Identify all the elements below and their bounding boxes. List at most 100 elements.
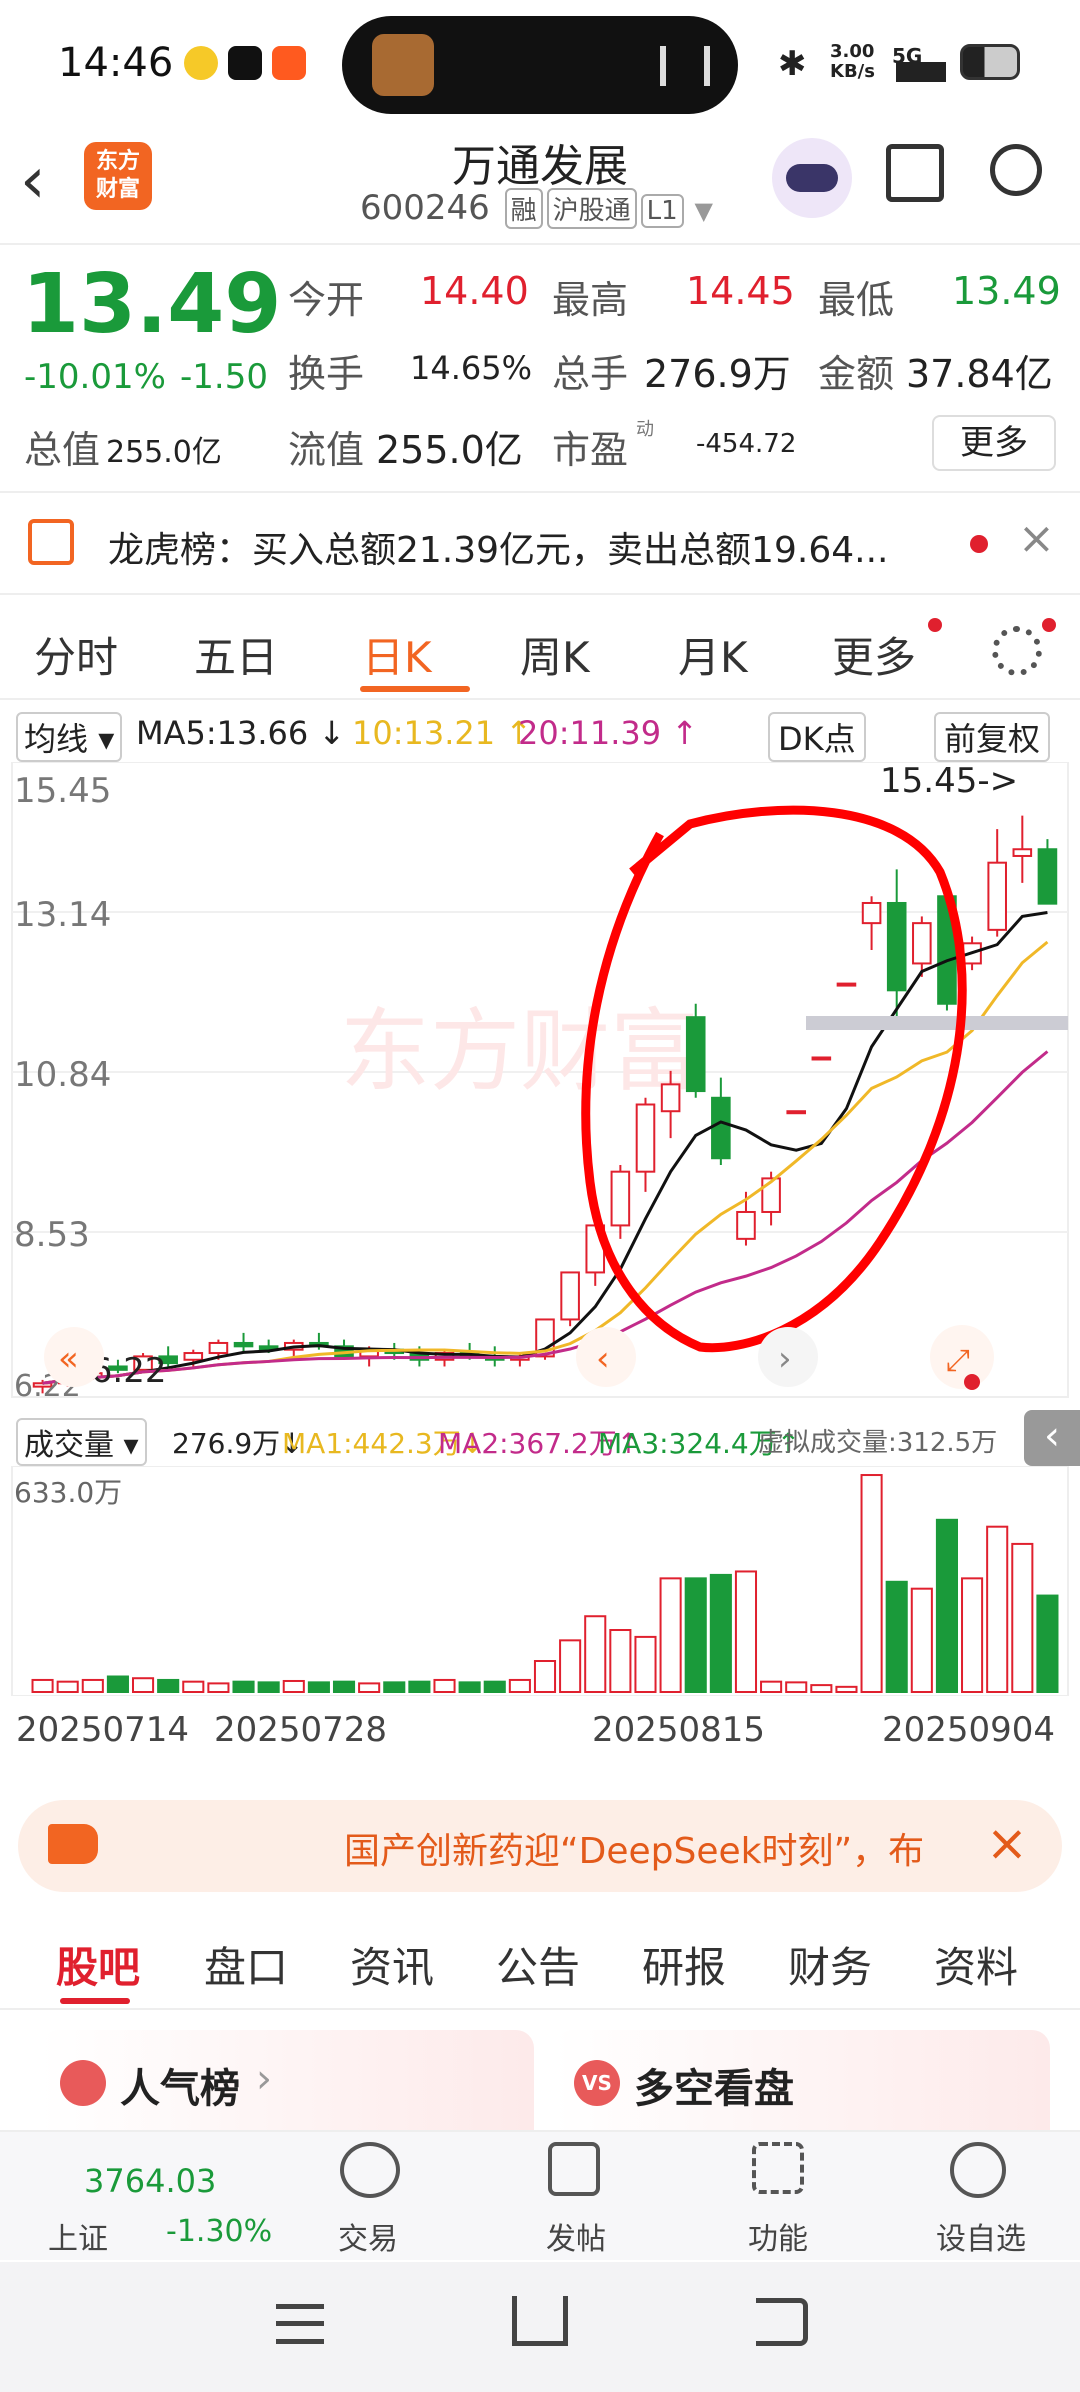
volume-bar xyxy=(483,1680,506,1693)
tab-five-day[interactable]: 五日 xyxy=(194,624,278,685)
volume-bar xyxy=(986,1525,1009,1694)
volume-select[interactable]: 成交量 ▾ xyxy=(16,1418,147,1466)
tab-forum[interactable]: 股吧 xyxy=(56,1934,140,1995)
nav-function[interactable]: 功能 xyxy=(748,2214,808,2258)
index-change[interactable]: -1.30% xyxy=(166,2214,272,2249)
share-icon[interactable] xyxy=(886,144,944,202)
tab-research[interactable]: 研报 xyxy=(642,1934,726,1995)
volume-label: 总手 xyxy=(552,352,629,396)
signal-icon xyxy=(896,62,946,82)
tab-orderbook[interactable]: 盘口 xyxy=(204,1934,288,1995)
volume-bar xyxy=(31,1678,54,1694)
dropdown-icon[interactable]: ▼ xyxy=(694,197,712,225)
search-icon[interactable] xyxy=(990,144,1042,196)
tab-weekly-k[interactable]: 周K xyxy=(520,624,590,685)
card-label: 多空看盘 xyxy=(634,2066,794,2112)
dk-button[interactable]: DK点 xyxy=(768,712,866,762)
more-icon[interactable] xyxy=(950,2142,1006,2198)
banner-close-icon[interactable]: × xyxy=(986,1814,1028,1872)
ma20-value: 20:11.39 ↑ xyxy=(518,714,699,752)
popularity-card[interactable]: 人气榜 › xyxy=(40,2030,534,2130)
period-tabs: 分时 五日 日K 周K 月K 更多 xyxy=(0,600,1080,700)
candle xyxy=(208,1341,229,1355)
chevron-right-icon[interactable]: › xyxy=(778,1339,792,1379)
float-label: 流值 xyxy=(288,428,365,472)
expand-icon[interactable]: ⤢ xyxy=(946,1343,970,1378)
volume-bar xyxy=(634,1635,657,1693)
tab-intraday[interactable]: 分时 xyxy=(34,624,118,685)
candle xyxy=(861,901,882,925)
volume-bar xyxy=(508,1678,531,1694)
volume-bar xyxy=(408,1680,431,1693)
volume-bar xyxy=(232,1680,255,1693)
fullscreen-dot xyxy=(964,1374,980,1390)
candle xyxy=(660,1083,681,1113)
candle xyxy=(233,1341,254,1348)
taobao-icon xyxy=(272,46,306,80)
candle xyxy=(610,1170,631,1227)
volume-chart[interactable]: 633.0万 xyxy=(0,1466,1080,1696)
volume-bar xyxy=(885,1580,908,1693)
notice-text: 龙虎榜：买入总额21.39亿元，卖出总额19.64... xyxy=(108,530,889,571)
apps-icon[interactable] xyxy=(752,2142,804,2194)
home-icon[interactable] xyxy=(512,2296,568,2346)
tab-news[interactable]: 资讯 xyxy=(350,1934,434,1995)
candle xyxy=(736,1210,756,1240)
bluetooth-icon: ✱ xyxy=(778,44,807,84)
volume-bar xyxy=(609,1629,632,1693)
more-button[interactable]: 更多 xyxy=(932,415,1056,471)
volume-bar xyxy=(709,1573,732,1693)
volume-bar xyxy=(257,1681,280,1693)
collapse-icon[interactable]: ‹ xyxy=(1024,1410,1080,1466)
volume-bar xyxy=(1011,1542,1034,1693)
volume-bar xyxy=(207,1682,230,1693)
post-icon[interactable] xyxy=(548,2142,600,2196)
volume-bar xyxy=(785,1681,808,1693)
volume-bar xyxy=(458,1681,481,1693)
tab-more[interactable]: 更多 xyxy=(832,624,916,685)
trade-icon[interactable] xyxy=(340,2142,400,2198)
adjust-button[interactable]: 前复权 xyxy=(934,712,1051,762)
tab-announcements[interactable]: 公告 xyxy=(496,1934,580,1995)
tag-connect: 沪股通 xyxy=(546,188,637,229)
dragon-tiger-notice[interactable]: 龙虎榜：买入总额21.39亿元，卖出总额19.64... × xyxy=(0,493,1080,595)
candle xyxy=(685,1016,706,1093)
tab-financials[interactable]: 财务 xyxy=(788,1934,872,1995)
candle xyxy=(183,1352,204,1361)
nav-add-watchlist[interactable]: 设自选 xyxy=(936,2214,1026,2258)
back-nav-icon[interactable] xyxy=(756,2298,808,2346)
tab-profile[interactable]: 资料 xyxy=(934,1934,1018,1995)
ma-select[interactable]: 均线 ▾ xyxy=(16,712,123,762)
tab-daily-k[interactable]: 日K xyxy=(362,624,432,685)
nav-post[interactable]: 发帖 xyxy=(546,2214,606,2258)
megaphone-icon xyxy=(48,1824,98,1864)
index-value[interactable]: 3764.03 xyxy=(84,2162,216,2200)
volume-bar xyxy=(659,1577,682,1693)
nav-trade[interactable]: 交易 xyxy=(338,2214,398,2258)
candle xyxy=(786,1110,807,1115)
assistant-avatar[interactable] xyxy=(772,138,852,218)
low-label: 最低 xyxy=(818,278,895,322)
y-label-4: 8.53 xyxy=(14,1215,90,1255)
chevron-right-icon: › xyxy=(256,2056,272,2102)
battery-icon xyxy=(960,44,1020,80)
index-name[interactable]: 上证 xyxy=(48,2214,108,2258)
menu-icon[interactable] xyxy=(276,2304,324,2344)
bottom-nav: 3764.03 上证 -1.30% 交易 发帖 功能 设自选 xyxy=(0,2130,1080,2260)
long-short-card[interactable]: VS 多空看盘 xyxy=(554,2030,1050,2130)
open-value: 14.40 xyxy=(420,269,529,313)
chevron-left-icon[interactable]: ‹ xyxy=(596,1339,610,1379)
amount-value: 37.84亿 xyxy=(906,352,1053,396)
candle xyxy=(1012,848,1033,857)
kline-chart[interactable]: 东方财富 15.45 13.14 10.84 8.53 6.22 15.45->… xyxy=(0,762,1080,1412)
tab-monthly-k[interactable]: 月K xyxy=(678,624,748,685)
amount-label: 金额 xyxy=(818,352,895,396)
system-nav xyxy=(0,2262,1080,2392)
volume-bar xyxy=(81,1678,104,1694)
gear-icon[interactable] xyxy=(992,626,1042,676)
news-banner[interactable]: 国产创新药迎“DeepSeek时刻”，布 × xyxy=(18,1800,1062,1892)
double-left-icon[interactable]: « xyxy=(58,1339,79,1379)
volume-bar xyxy=(810,1684,833,1694)
close-icon[interactable]: × xyxy=(1018,513,1055,564)
section-tab-indicator xyxy=(60,1998,130,2004)
